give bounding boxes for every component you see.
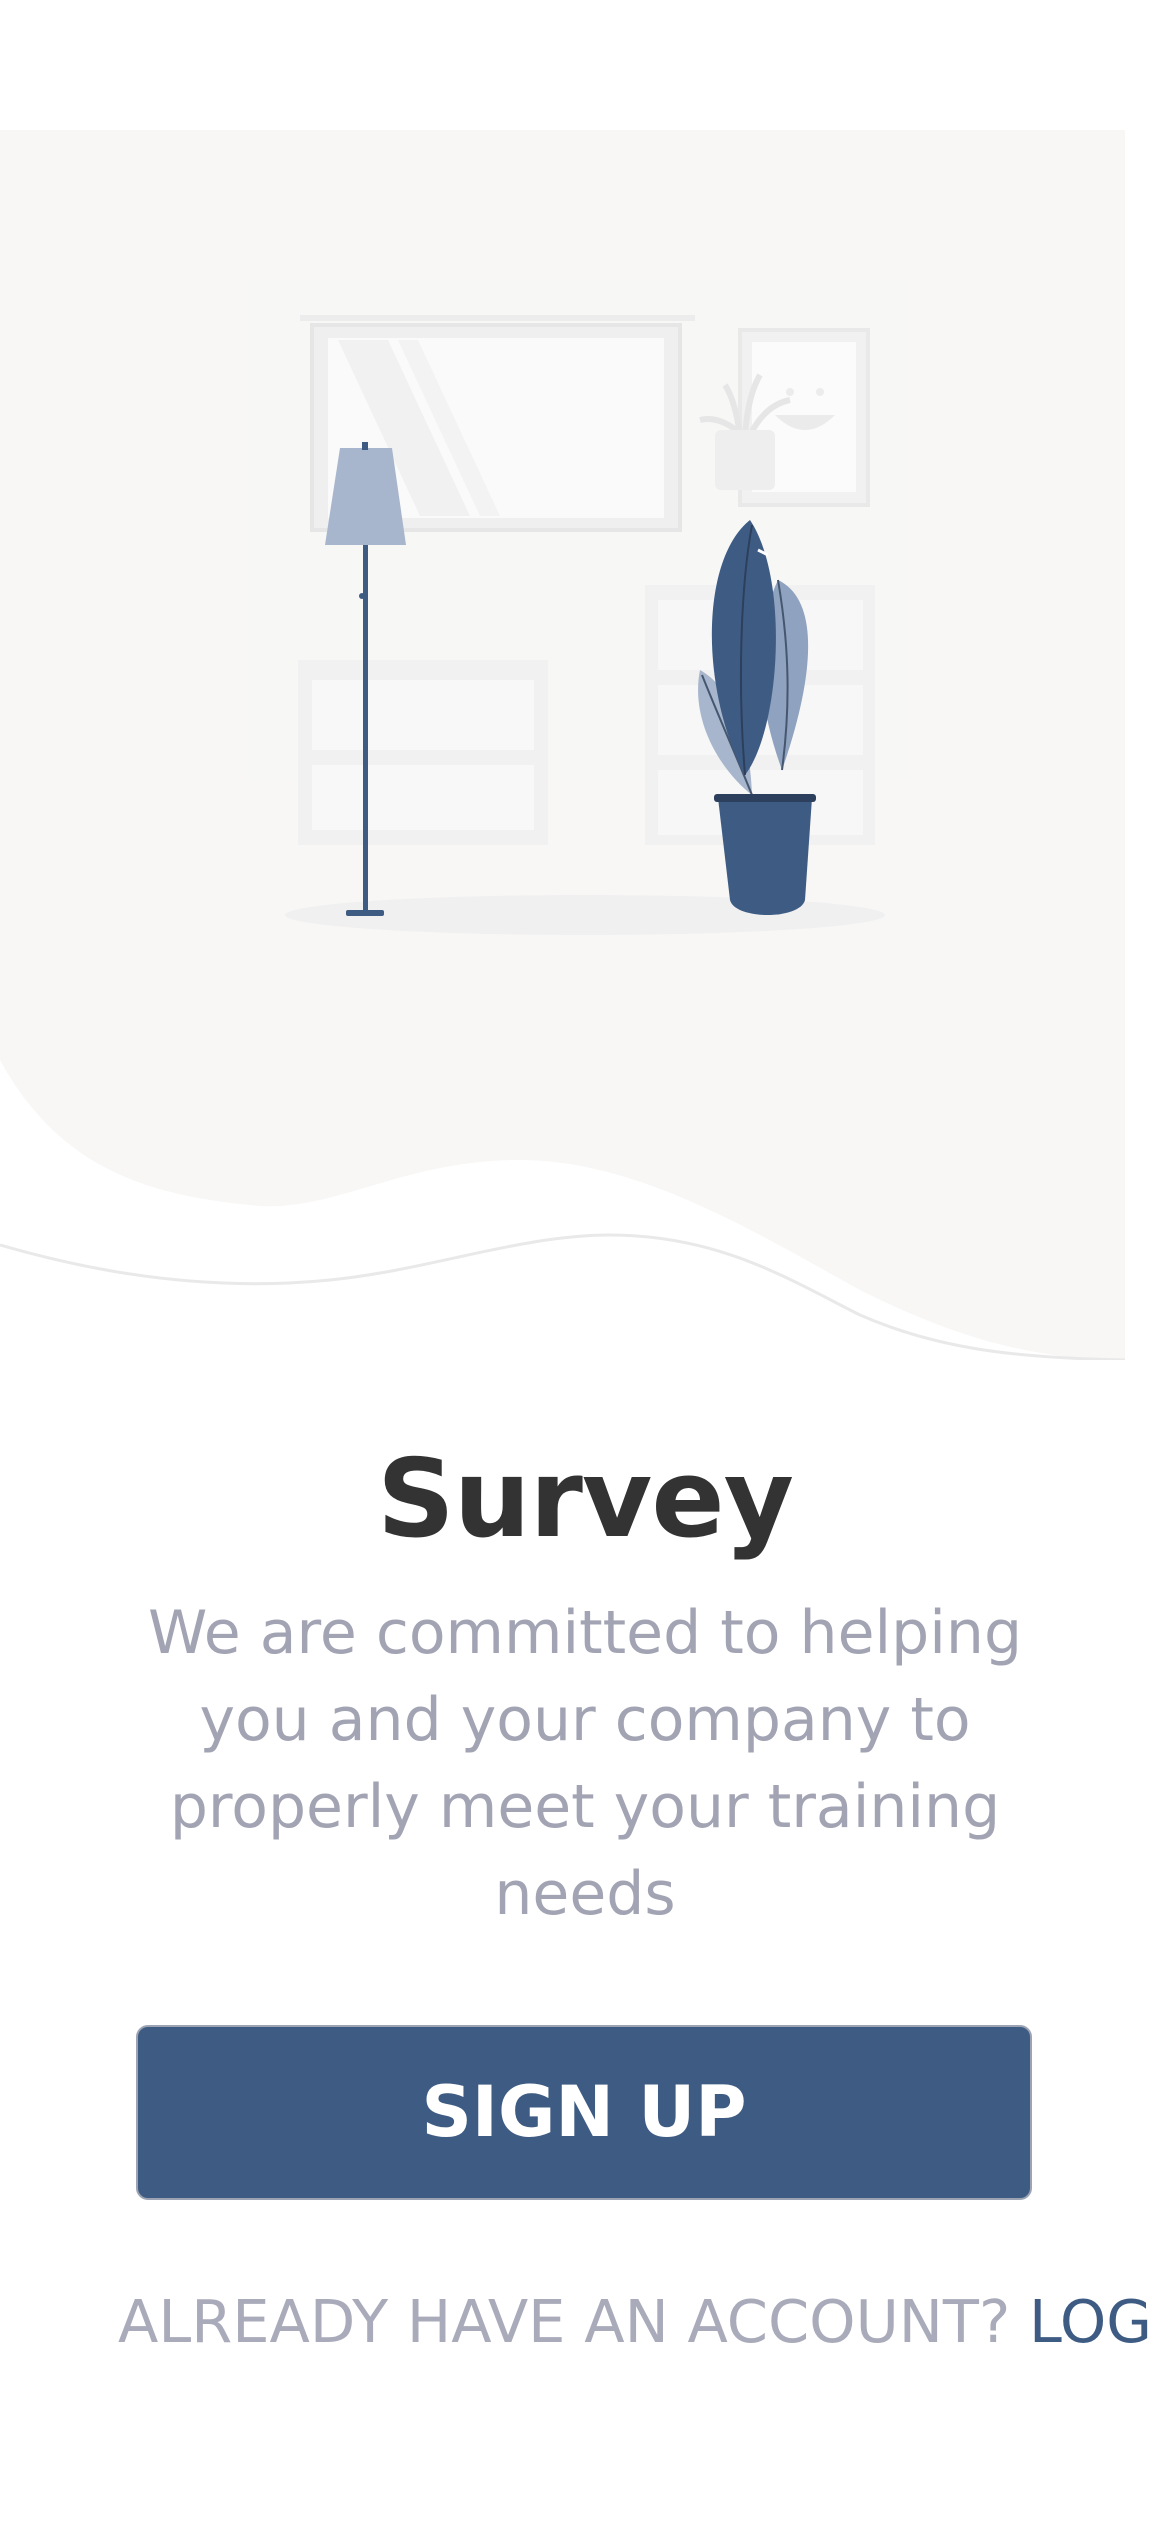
cabinet-icon xyxy=(298,660,548,845)
page-title: Survey xyxy=(377,1437,794,1562)
page-description: We are committed to helping you and your… xyxy=(147,1598,1023,1929)
sign-up-button[interactable]: SIGN UP xyxy=(136,2025,1032,2200)
login-prompt-text: ALREADY HAVE AN ACCOUNT? xyxy=(118,2287,1030,2356)
hero-illustration xyxy=(0,130,1125,1360)
log-in-link[interactable]: LOG IN xyxy=(1029,2287,1170,2356)
login-prompt: ALREADY HAVE AN ACCOUNT? LOG IN xyxy=(118,2282,1170,2362)
